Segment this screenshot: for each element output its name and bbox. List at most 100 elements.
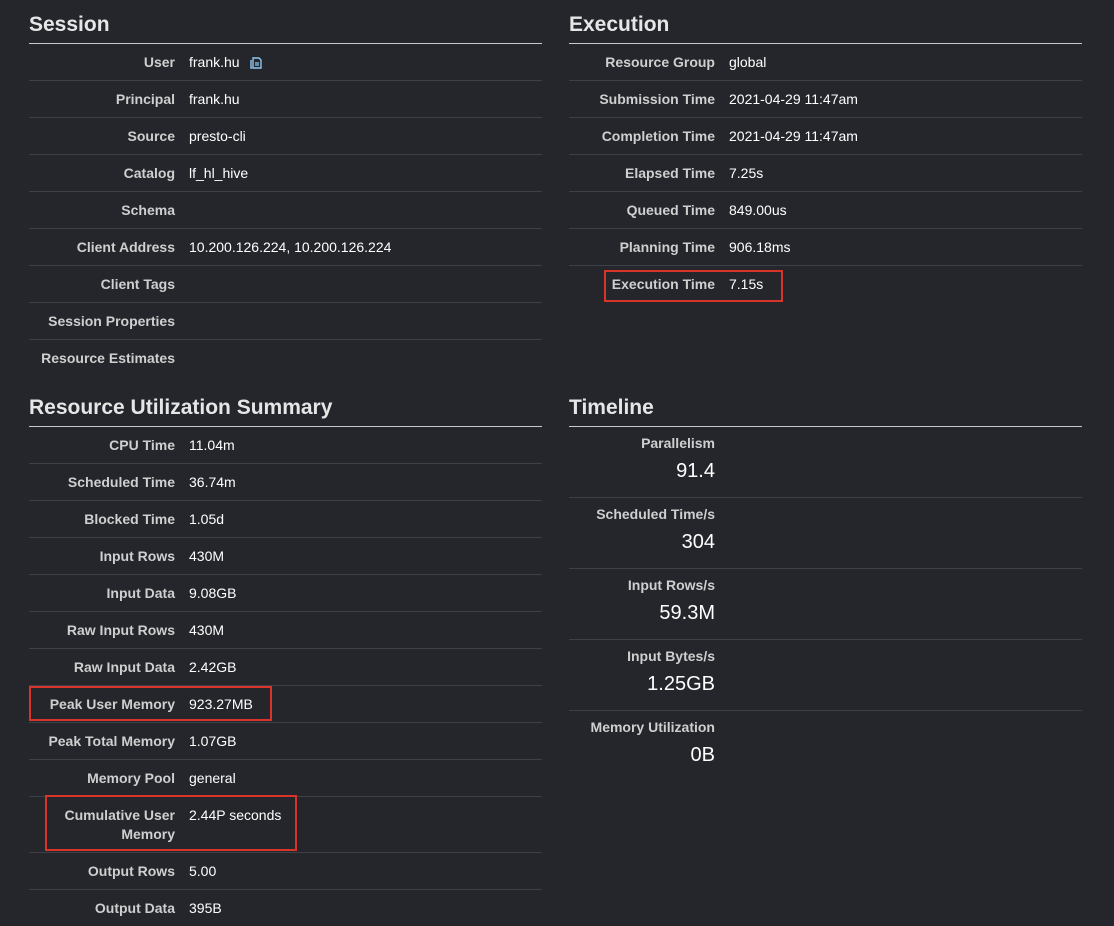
timeline-table: Parallelism 91.4 Scheduled Time/s 304 In…: [569, 427, 1082, 782]
resource-row-output-rows: Output Rows 5.00: [29, 853, 542, 890]
execution-row-planning-time: Planning Time 906.18ms: [569, 229, 1082, 266]
execution-row-execution-time: Execution Time 7.15s: [569, 266, 1082, 302]
timeline-row-input-bytes-per-sec: Input Bytes/s 1.25GB: [569, 640, 1082, 711]
session-label: Principal: [115, 91, 175, 107]
execution-value: 7.15s: [729, 276, 764, 292]
resource-row-memory-pool: Memory Pool general: [29, 760, 542, 797]
resource-label: Scheduled Time: [67, 474, 175, 490]
execution-row-resource-group: Resource Group global: [569, 44, 1082, 81]
session-table: User frank.hu Principal frank.hu Source …: [29, 44, 542, 376]
session-row-session-properties: Session Properties: [29, 303, 542, 340]
resource-row-input-data: Input Data 9.08GB: [29, 575, 542, 612]
resource-value: 430M: [189, 548, 225, 564]
execution-value: 7.25s: [729, 165, 764, 181]
resource-label: Input Data: [106, 585, 175, 601]
session-panel: Session User frank.hu Principal frank.hu…: [29, 10, 542, 376]
execution-label: Queued Time: [626, 202, 715, 218]
resource-label: Peak Total Memory: [48, 733, 175, 749]
session-value: frank.hu: [189, 53, 263, 72]
clipboard-copy-icon[interactable]: [249, 56, 263, 70]
session-value: 10.200.126.224, 10.200.126.224: [189, 239, 392, 255]
resource-value: 430M: [189, 622, 225, 638]
resource-row-blocked-time: Blocked Time 1.05d: [29, 501, 542, 538]
resource-label: Peak User Memory: [49, 696, 175, 712]
resource-table: CPU Time 11.04m Scheduled Time 36.74m Bl…: [29, 427, 542, 926]
timeline-label: Scheduled Time/s: [596, 506, 715, 522]
timeline-row-memory-utilization: Memory Utilization 0B: [569, 711, 1082, 782]
session-row-user: User frank.hu: [29, 44, 542, 81]
resource-label: Output Rows: [87, 863, 175, 879]
execution-value: 2021-04-29 11:47am: [729, 91, 858, 107]
resource-utilization-panel: Resource Utilization Summary CPU Time 11…: [29, 393, 542, 926]
resource-value: 923.27MB: [189, 696, 253, 712]
timeline-row-scheduled-time-per-sec: Scheduled Time/s 304: [569, 498, 1082, 569]
session-label: Client Tags: [100, 276, 175, 292]
execution-row-elapsed-time: Elapsed Time 7.25s: [569, 155, 1082, 192]
timeline-value: 304: [681, 531, 715, 553]
session-label: Schema: [121, 202, 175, 218]
session-value: frank.hu: [189, 91, 240, 107]
resource-value: general: [189, 770, 236, 786]
execution-row-submission-time: Submission Time 2021-04-29 11:47am: [569, 81, 1082, 118]
timeline-row-input-rows-per-sec: Input Rows/s 59.3M: [569, 569, 1082, 640]
resource-label: CPU Time: [109, 437, 175, 453]
resource-row-peak-user-memory: Peak User Memory 923.27MB: [29, 686, 542, 723]
resource-value: 5.00: [189, 863, 217, 879]
session-row-principal: Principal frank.hu: [29, 81, 542, 118]
session-row-client-tags: Client Tags: [29, 266, 542, 303]
session-row-catalog: Catalog lf_hl_hive: [29, 155, 542, 192]
resource-utilization-title: Resource Utilization Summary: [29, 393, 542, 427]
timeline-title: Timeline: [569, 393, 1082, 427]
session-label: User: [143, 54, 175, 70]
session-row-schema: Schema: [29, 192, 542, 229]
resource-value: 1.05d: [189, 511, 225, 527]
execution-value: global: [729, 54, 767, 70]
resource-value: 9.08GB: [189, 585, 237, 601]
session-value: lf_hl_hive: [189, 165, 249, 181]
session-row-source: Source presto-cli: [29, 118, 542, 155]
resource-row-raw-input-rows: Raw Input Rows 430M: [29, 612, 542, 649]
resource-value: 2.42GB: [189, 659, 237, 675]
session-value: presto-cli: [189, 128, 246, 144]
execution-row-completion-time: Completion Time 2021-04-29 11:47am: [569, 118, 1082, 155]
timeline-label: Memory Utilization: [590, 719, 715, 735]
resource-value: 2.44P seconds: [189, 807, 282, 823]
execution-title: Execution: [569, 10, 1082, 44]
session-label: Catalog: [123, 165, 175, 181]
resource-row-peak-total-memory: Peak Total Memory 1.07GB: [29, 723, 542, 760]
execution-label: Planning Time: [619, 239, 715, 255]
session-row-resource-estimates: Resource Estimates: [29, 340, 542, 376]
resource-value: 11.04m: [189, 437, 235, 453]
resource-row-cpu-time: CPU Time 11.04m: [29, 427, 542, 464]
execution-value: 906.18ms: [729, 239, 791, 255]
execution-label: Submission Time: [599, 91, 715, 107]
timeline-row-parallelism: Parallelism 91.4: [569, 427, 1082, 498]
resource-value: 36.74m: [189, 474, 236, 490]
execution-panel: Execution Resource Group global Submissi…: [569, 10, 1082, 302]
execution-value: 2021-04-29 11:47am: [729, 128, 858, 144]
execution-label: Resource Group: [605, 54, 715, 70]
session-label: Session Properties: [48, 313, 175, 329]
resource-row-output-data: Output Data 395B: [29, 890, 542, 926]
resource-value: 1.07GB: [189, 733, 237, 749]
execution-label: Execution Time: [611, 276, 715, 292]
resource-row-cumulative-user-memory: Cumulative User Memory 2.44P seconds: [29, 795, 542, 853]
timeline-label: Parallelism: [641, 435, 715, 451]
execution-label: Completion Time: [601, 128, 715, 144]
session-label: Source: [127, 128, 175, 144]
timeline-value: 91.4: [676, 460, 715, 482]
timeline-value: 59.3M: [659, 602, 715, 624]
resource-row-scheduled-time: Scheduled Time 36.74m: [29, 464, 542, 501]
execution-value: 849.00us: [729, 202, 787, 218]
resource-label: Raw Input Data: [73, 659, 175, 675]
session-label: Client Address: [76, 239, 175, 255]
user-value: frank.hu: [189, 54, 240, 70]
execution-row-queued-time: Queued Time 849.00us: [569, 192, 1082, 229]
session-title: Session: [29, 10, 542, 44]
timeline-value: 0B: [690, 744, 715, 766]
resource-row-raw-input-data: Raw Input Data 2.42GB: [29, 649, 542, 686]
execution-label: Elapsed Time: [624, 165, 715, 181]
resource-label: Blocked Time: [84, 511, 175, 527]
timeline-panel: Timeline Parallelism 91.4 Scheduled Time…: [569, 393, 1082, 782]
resource-label: Raw Input Rows: [66, 622, 175, 638]
